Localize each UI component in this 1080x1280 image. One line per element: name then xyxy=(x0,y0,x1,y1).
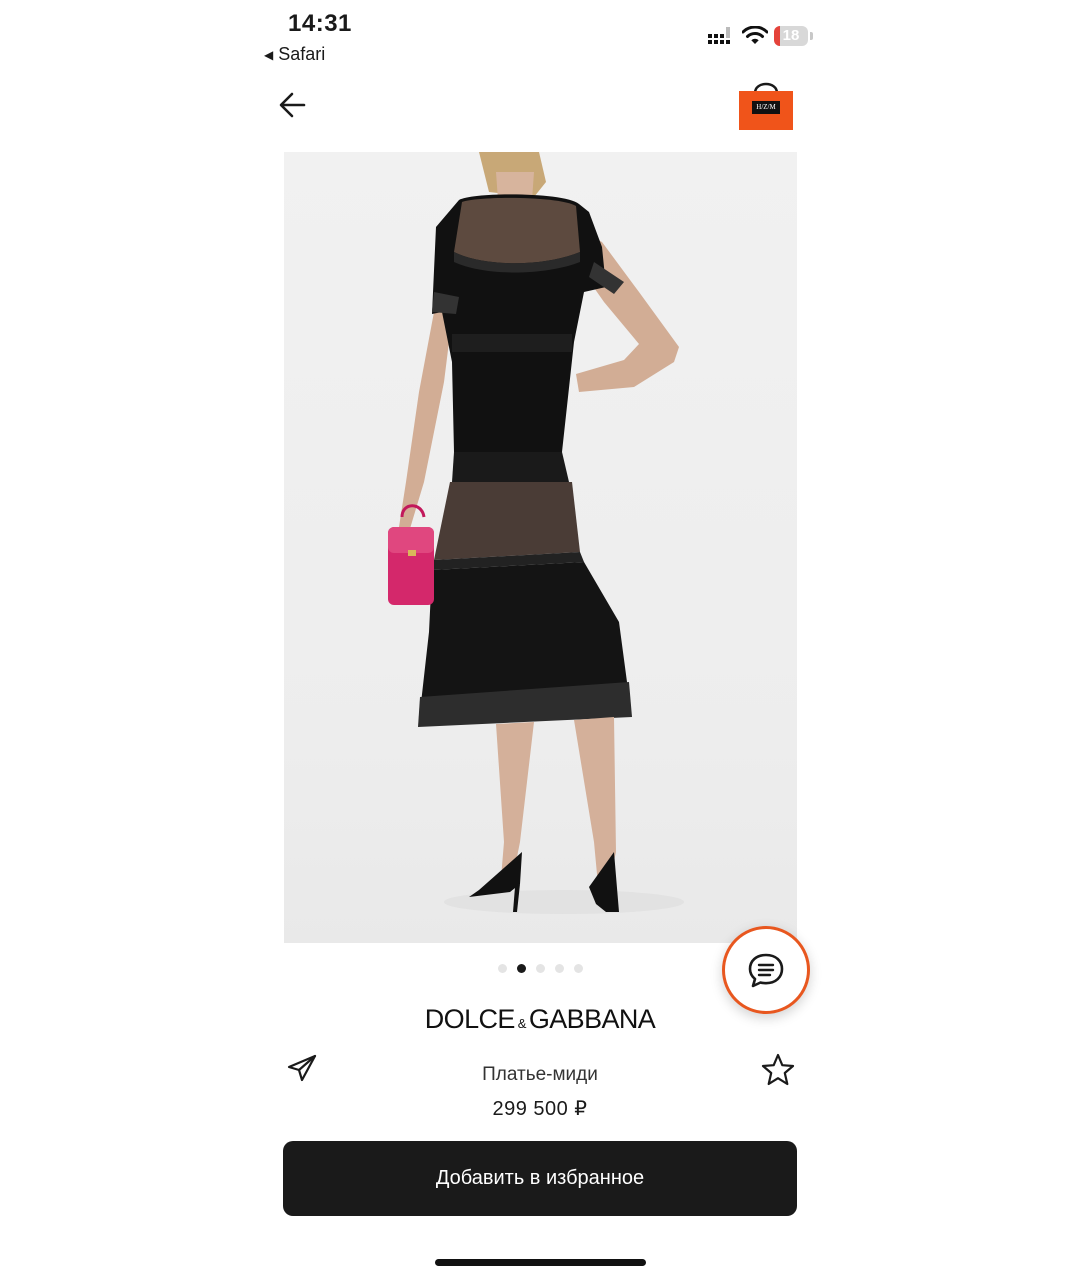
image-pager[interactable] xyxy=(498,964,583,973)
cellular-signal-icon xyxy=(708,27,730,44)
product-name: Платье-миди xyxy=(482,1064,598,1085)
product-price: 299 500 ₽ xyxy=(492,1098,588,1120)
cart-logo-label: H/Z/M xyxy=(752,101,780,114)
wifi-icon xyxy=(742,26,768,44)
back-triangle-icon: ◀ xyxy=(264,47,274,62)
pager-dot[interactable] xyxy=(517,964,526,973)
arrow-left-icon[interactable] xyxy=(276,88,310,122)
brand-name-first: DOLCE xyxy=(424,1004,516,1034)
product-photo[interactable] xyxy=(284,152,797,943)
chat-button[interactable] xyxy=(722,926,810,1014)
pager-dot[interactable] xyxy=(574,964,583,973)
home-indicator[interactable] xyxy=(435,1259,646,1266)
battery-level-label: 18 xyxy=(782,27,800,44)
back-to-safari-link[interactable]: ◀ Safari xyxy=(264,44,325,65)
chat-bubble-icon xyxy=(748,953,784,988)
back-app-label: Safari xyxy=(278,44,326,64)
add-to-favorites-button[interactable]: Добавить в избранное xyxy=(283,1141,797,1216)
pager-dot[interactable] xyxy=(555,964,564,973)
battery-cap xyxy=(810,32,813,40)
shopping-bag-button[interactable]: H/Z/M xyxy=(738,76,794,132)
status-time: 14:31 xyxy=(288,10,352,37)
brand-ampersand: & xyxy=(517,1016,527,1031)
pager-dot[interactable] xyxy=(536,964,545,973)
battery-indicator: 18 xyxy=(774,26,808,46)
brand-name-second: GABBANA xyxy=(528,1004,656,1034)
brand-logo[interactable]: DOLCE & GABBANA xyxy=(0,1004,1080,1035)
pager-dot[interactable] xyxy=(498,964,507,973)
